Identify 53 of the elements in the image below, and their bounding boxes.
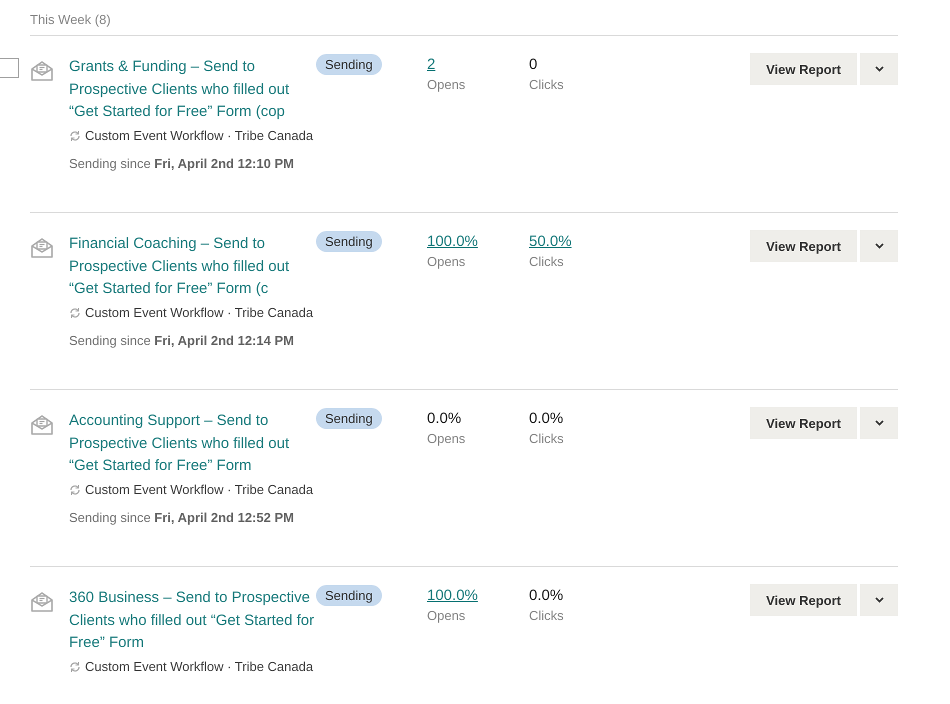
status-badge: Sending [316,585,382,606]
stat-label: Clicks [529,608,564,623]
opens-value[interactable]: 100.0% [427,233,478,250]
clicks-value: 0 [529,56,538,73]
checkbox[interactable] [0,58,19,78]
refresh-icon [69,484,81,496]
mail-icon [30,236,54,260]
caret-icon [874,597,884,603]
mail-icon [30,590,54,614]
workflow-label: Custom Event Workflow · Tribe Canada [85,658,314,676]
view-report-button[interactable]: View Report [750,407,857,439]
caret-icon [874,243,884,249]
stat-label: Opens [427,77,466,92]
clicks-value: 0.0% [529,410,564,427]
status-badge: Sending [316,408,382,429]
workflow-label: Custom Event Workflow · Tribe Canada [85,126,314,144]
stat-label: Clicks [529,77,564,92]
refresh-icon [69,660,81,672]
dropdown-button[interactable] [860,407,898,439]
campaign-title-link[interactable]: Grants & Funding – Send to Prospective Clients who filled out “Get Started for Free” Form (cop [69,56,316,124]
sending-since-text: Sending since Fri, April 2nd 12:14 PM [69,332,295,348]
workflow-label: Custom Event Workflow · Tribe Canada [85,480,314,498]
stat-label: Opens [427,254,466,269]
caret-icon [874,66,884,72]
view-report-button[interactable]: View Report [750,584,857,616]
stat-label: Opens [427,608,466,623]
view-report-button[interactable]: View Report [750,230,857,262]
sending-since-text: Sending since Fri, April 2nd 12:10 PM [69,156,295,170]
dropdown-button[interactable] [860,584,898,616]
campaign-title-link[interactable]: Accounting Support – Send to Prospective Clients who filled out “Get Started for Free” Form [69,410,316,478]
workflow-label: Custom Event Workflow · Tribe Canada [85,304,314,322]
clicks-value[interactable]: 50.0% [529,233,572,250]
campaign-title-link[interactable]: 360 Business – Send to Prospective Clients who filled out “Get Started for Free” Form [69,587,316,654]
opens-value[interactable]: 2 [427,56,436,73]
caret-icon [874,420,884,426]
campaign-title-link[interactable]: Financial Coaching – Send to Prospective Clients who filled out “Get Started for Free” Form (c [69,233,316,300]
dropdown-button[interactable] [860,230,898,262]
dropdown-button[interactable] [860,53,898,85]
stat-label: Clicks [529,431,564,446]
mail-icon [30,59,54,83]
clicks-value: 0.0% [529,587,564,604]
view-report-button[interactable]: View Report [750,53,857,85]
status-badge: Sending [316,231,382,252]
stat-label: Clicks [529,254,564,269]
status-badge: Sending [316,54,382,75]
opens-value[interactable]: 100.0% [427,587,478,604]
opens-value: 0.0% [427,410,462,427]
refresh-icon [69,130,81,142]
sending-since-text: Sending since Fri, April 2nd 12:52 PM [69,510,295,524]
refresh-icon [69,306,81,318]
section-header: This Week (8) [30,12,898,36]
stat-label: Opens [427,431,466,446]
mail-icon [30,413,54,437]
